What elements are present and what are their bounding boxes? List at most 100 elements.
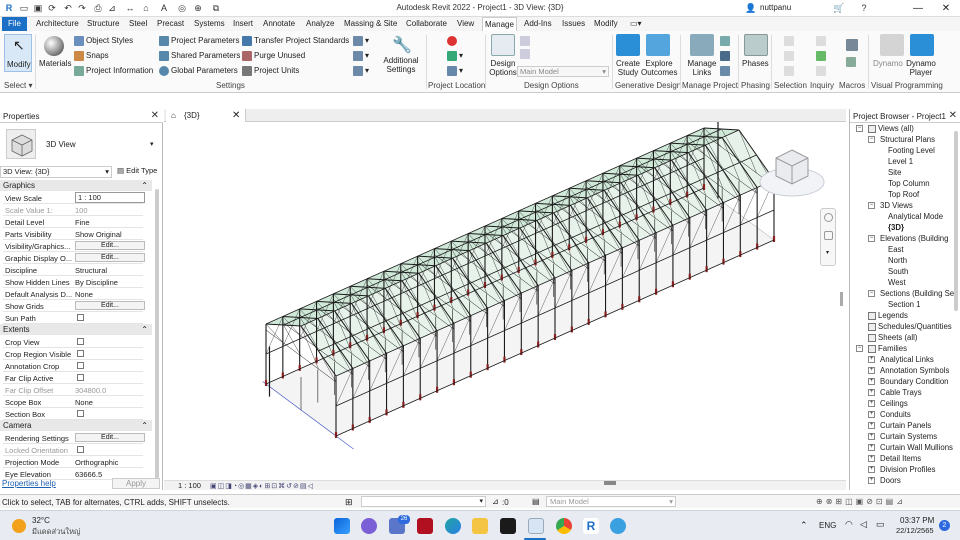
collapse-toggle-icon[interactable]: − [868, 290, 875, 297]
chrome-icon[interactable] [556, 518, 572, 534]
app-window-icon[interactable] [528, 518, 544, 534]
browser-item[interactable]: Families [878, 344, 907, 353]
view-scale[interactable]: 1 : 100 [178, 481, 201, 490]
navigation-bar[interactable]: ▾ [820, 208, 836, 266]
property-row[interactable]: Show Grids Edit... [3, 300, 145, 312]
edit-selection-button[interactable] [784, 66, 796, 76]
browser-item[interactable]: Boundary Condition [880, 377, 949, 386]
tab-systems[interactable]: Systems [192, 17, 227, 31]
help-icon[interactable]: ? [858, 2, 870, 14]
edit-button[interactable]: Edit... [75, 253, 145, 262]
user-icon[interactable]: 👤 [745, 2, 757, 14]
property-row[interactable]: Annotation Crop [3, 360, 143, 372]
weather-desc[interactable]: มีแดดส่วนใหญ่ [32, 526, 80, 538]
close-icon[interactable]: ✕ [949, 110, 957, 121]
design-option-select[interactable]: Main Model ▾ [517, 66, 609, 77]
save-selection-button[interactable] [784, 36, 796, 46]
browser-item[interactable]: West [888, 278, 906, 287]
minimize-button[interactable]: — [904, 0, 932, 17]
user-name[interactable]: nuttpanu [760, 3, 791, 12]
vertical-scrollbar[interactable] [840, 292, 843, 306]
property-row[interactable]: Rendering Settings Edit... [3, 432, 145, 444]
workset-select[interactable]: ▾ [361, 496, 486, 507]
property-value[interactable]: None [75, 290, 93, 299]
weather-temp[interactable]: 32°C [32, 516, 50, 525]
tab-structure[interactable]: Structure [85, 17, 121, 31]
phases-icon[interactable] [744, 34, 768, 56]
design-option-status-select[interactable]: Main Model ▾ [546, 496, 676, 507]
revit-taskbar-icon[interactable]: R [583, 518, 599, 534]
tab-issues[interactable]: Issues [560, 17, 587, 31]
property-value[interactable]: Fine [75, 218, 90, 227]
browser-item[interactable]: Curtain Panels [880, 421, 931, 430]
property-checkbox[interactable] [77, 362, 84, 369]
global-parameters-button[interactable]: Global Parameters [159, 66, 238, 76]
purge-unused-button[interactable]: Purge Unused [242, 51, 305, 61]
edit-button[interactable]: Edit... [75, 241, 145, 250]
select-dropdown[interactable]: Select ▾ [4, 81, 32, 90]
tab-view[interactable]: View [455, 17, 476, 31]
property-checkbox[interactable] [77, 338, 84, 345]
pycharm-icon[interactable] [500, 518, 516, 534]
browser-item[interactable]: Structural Plans [880, 135, 935, 144]
viewcube[interactable] [758, 144, 828, 200]
expand-toggle-icon[interactable]: + [868, 400, 875, 407]
close-button[interactable]: ✕ [932, 0, 960, 17]
expand-toggle-icon[interactable]: + [868, 455, 875, 462]
object-styles-button[interactable]: Object Styles [74, 36, 133, 46]
load-selection-button[interactable] [784, 51, 796, 61]
property-row[interactable]: Far Clip Offset 304800.0 [3, 384, 143, 396]
browser-item[interactable]: Annotation Symbols [880, 366, 949, 375]
property-row[interactable]: Far Clip Active [3, 372, 143, 384]
properties-scrollbar[interactable] [155, 189, 159, 479]
property-value[interactable]: 304800.0 [75, 386, 106, 395]
wrench-icon[interactable]: 🔧 [392, 35, 412, 55]
design-options-button[interactable]: Design Options [488, 59, 518, 77]
close-icon[interactable]: ✕ [151, 110, 159, 121]
property-row[interactable]: Detail Level Fine [3, 216, 143, 228]
tab-annotate[interactable]: Annotate [261, 17, 297, 31]
dynamo-icon[interactable] [880, 34, 904, 56]
dynamo-player-icon[interactable] [910, 34, 934, 56]
property-row[interactable]: Crop Region Visible [3, 348, 143, 360]
pick-to-edit-button[interactable] [520, 49, 532, 59]
materials-sphere-icon[interactable] [44, 36, 64, 56]
browser-item[interactable]: 3D Views [880, 201, 913, 210]
view-instance-select[interactable]: 3D View: {3D} ▾ [0, 166, 112, 178]
property-value[interactable]: By Discipline [75, 278, 118, 287]
expand-toggle-icon[interactable]: + [868, 422, 875, 429]
create-study-button[interactable]: Create Study [614, 59, 642, 77]
browser-item[interactable]: Views (all) [878, 124, 914, 133]
property-row[interactable]: Section Box [3, 408, 143, 420]
collapse-toggle-icon[interactable]: − [856, 345, 863, 352]
browser-item[interactable]: Top Roof [888, 190, 919, 199]
explore-outcomes-button[interactable]: Explore Outcomes [641, 59, 677, 77]
tab-add-ins[interactable]: Add-Ins [522, 17, 554, 31]
edit-button[interactable]: Edit... [75, 433, 145, 442]
browser-item[interactable]: Division Profiles [880, 465, 935, 474]
property-value[interactable]: 63666.5 [75, 470, 102, 479]
collapse-toggle-icon[interactable]: − [868, 136, 875, 143]
property-row[interactable]: View Scale 1 : 100 [3, 192, 145, 204]
media-app-icon[interactable] [417, 518, 433, 534]
notification-count-badge[interactable]: 2 [939, 520, 950, 531]
expand-toggle-icon[interactable]: + [868, 411, 875, 418]
property-row[interactable]: Sun Path [3, 312, 143, 324]
battery-icon[interactable]: ▭ [876, 519, 885, 530]
worksets-icon[interactable]: ⊞ [345, 497, 353, 508]
property-value[interactable]: 1 : 100 [75, 192, 145, 203]
coordinates-button[interactable]: ▾ [447, 51, 463, 61]
tray-chevron-icon[interactable]: ⌃ [800, 520, 808, 531]
volume-icon[interactable]: ◁ [860, 519, 867, 530]
tab-architecture[interactable]: Architecture [34, 17, 81, 31]
view-controls-icons[interactable]: ▣◫◨◔◎▦◈◐⊞⊡⌘↺⊘▤◁ [210, 482, 314, 490]
macro-security-button[interactable] [846, 57, 858, 67]
snaps-button[interactable]: Snaps [74, 51, 109, 61]
3d-view-canvas[interactable]: ▾ [164, 108, 846, 488]
expand-toggle-icon[interactable]: + [868, 444, 875, 451]
extents-group[interactable]: Extents ⌃ [0, 324, 152, 335]
project-information-button[interactable]: Project Information [74, 66, 153, 76]
transfer-project-standards-button[interactable]: Transfer Project Standards [242, 36, 349, 46]
property-value[interactable]: Show Original [75, 230, 122, 239]
expand-toggle-icon[interactable]: + [868, 389, 875, 396]
